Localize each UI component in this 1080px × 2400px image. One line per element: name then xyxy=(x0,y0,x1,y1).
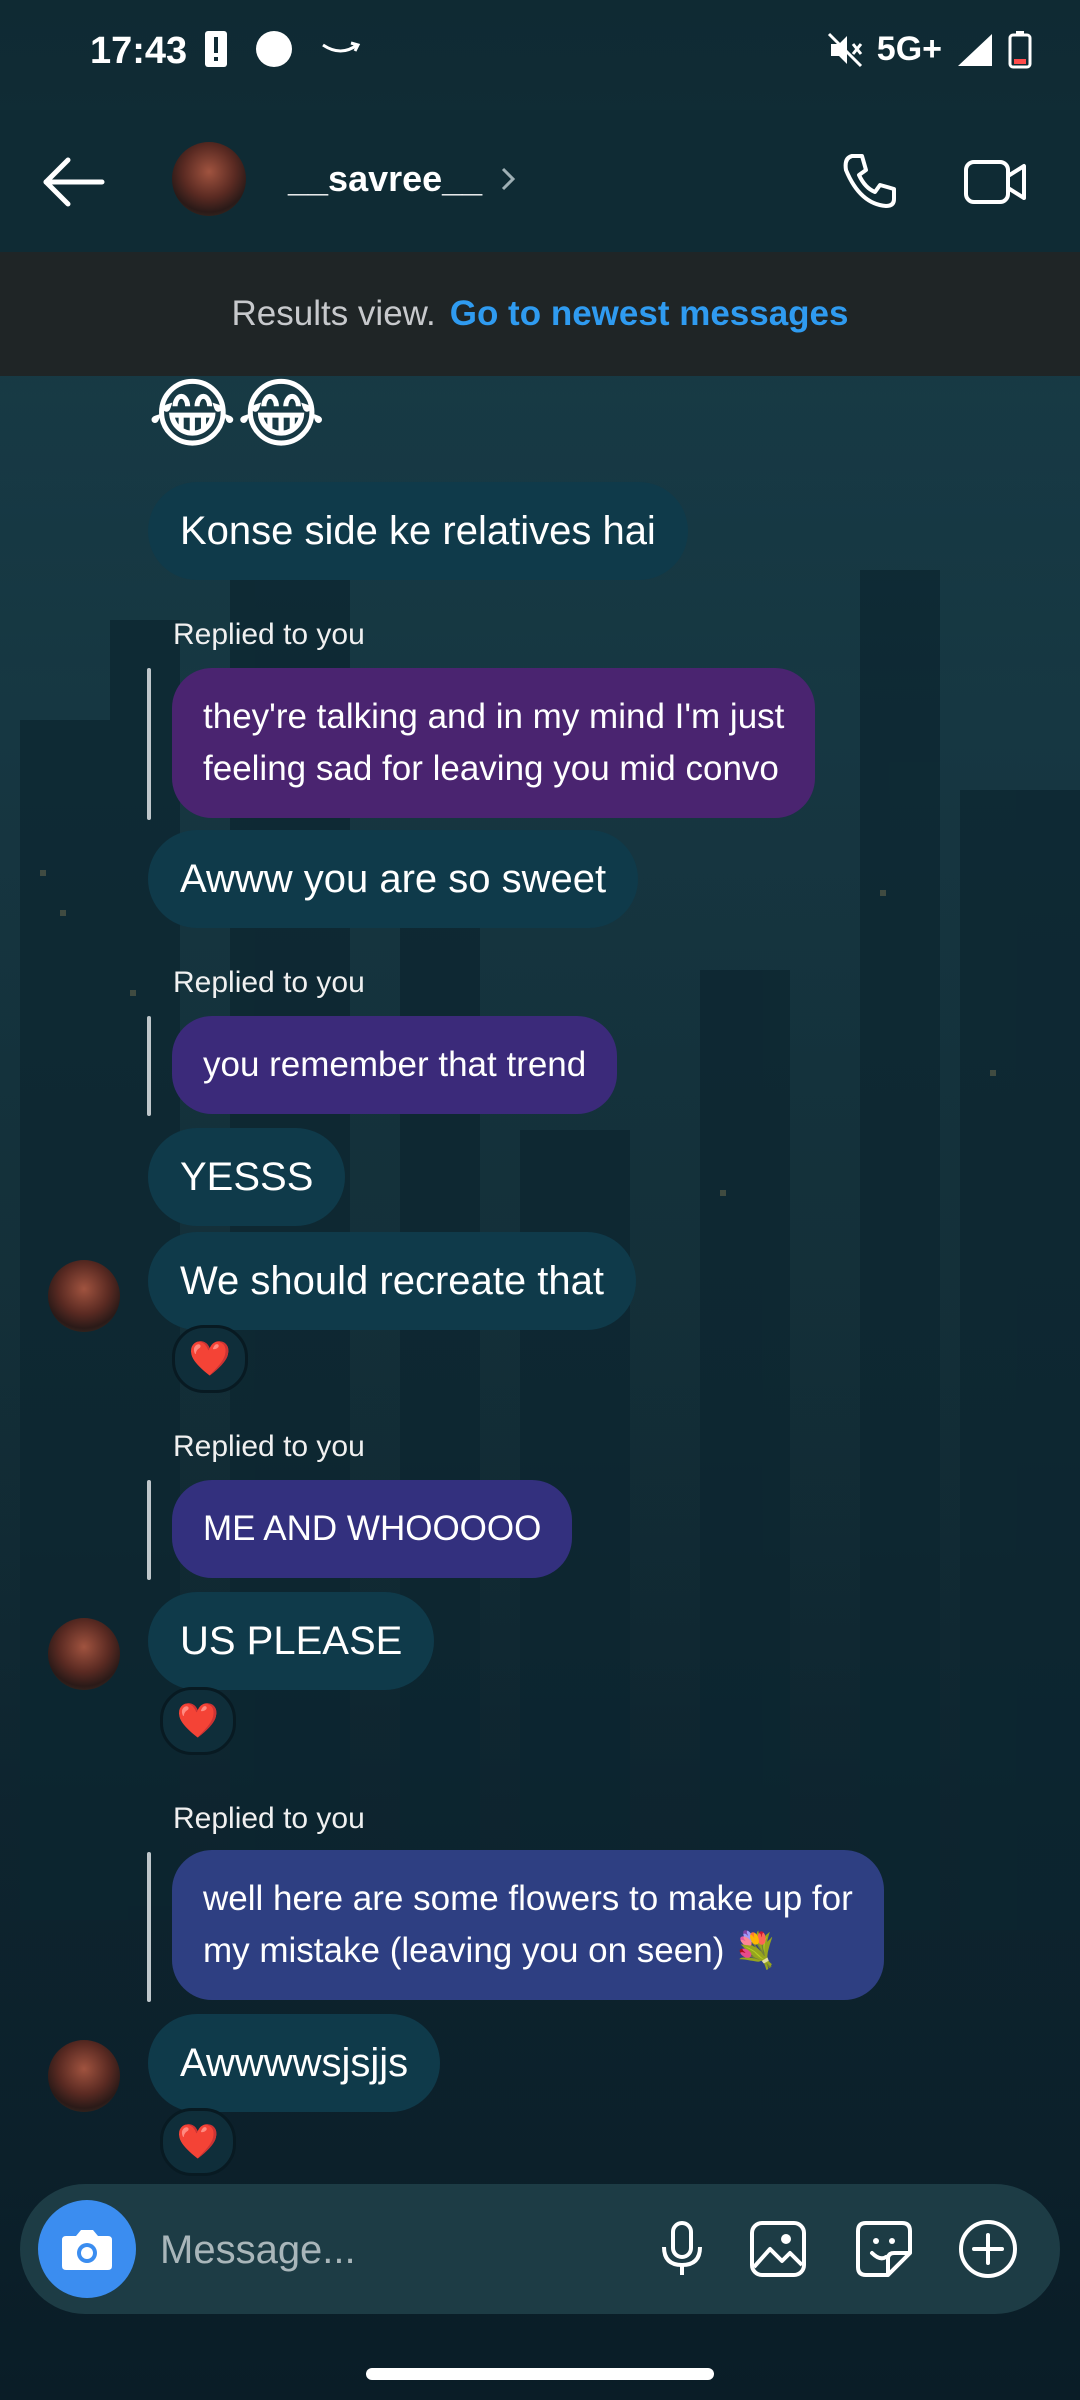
reply-indicator-line xyxy=(147,668,151,820)
status-notification-icons xyxy=(205,30,361,68)
message-bubble[interactable]: Awww you are so sweet xyxy=(148,830,639,928)
results-view-banner: Results view. Go to newest messages xyxy=(0,252,1080,376)
message-bubble[interactable]: YESSS xyxy=(148,1128,346,1226)
camera-button[interactable] xyxy=(38,2200,136,2298)
network-label: 5G+ xyxy=(876,30,942,68)
contact-profile-link[interactable]: __savree__ xyxy=(288,158,516,200)
quoted-line: my mistake (leaving you on seen) 💐 xyxy=(203,1931,778,1970)
heart-reaction[interactable]: ❤️ xyxy=(160,2108,236,2176)
camera-icon xyxy=(62,2230,112,2270)
phone-call-icon[interactable] xyxy=(838,150,900,212)
circle-icon xyxy=(256,31,292,67)
quoted-line: feeling sad for leaving you mid convo xyxy=(203,749,779,788)
reply-label: Replied to you xyxy=(173,1802,365,1835)
reply-label: Replied to you xyxy=(173,618,365,651)
chevron-right-icon xyxy=(502,167,516,191)
contact-username: __savree__ xyxy=(288,158,483,199)
results-view-label: Results view. xyxy=(231,294,436,333)
alert-icon xyxy=(205,31,227,67)
message-bubble[interactable]: We should recreate that xyxy=(148,1232,636,1330)
contact-avatar[interactable] xyxy=(172,142,246,216)
reply-indicator-line xyxy=(147,1852,151,2002)
reply-label: Replied to you xyxy=(173,966,365,999)
heart-reaction[interactable]: ❤️ xyxy=(172,1325,248,1393)
home-indicator[interactable] xyxy=(366,2368,714,2380)
reply-label: Replied to you xyxy=(173,1430,365,1463)
quoted-message[interactable]: well here are some flowers to make up fo… xyxy=(172,1850,884,2000)
reply-indicator-line xyxy=(147,1016,151,1116)
reply-indicator-line xyxy=(147,1480,151,1580)
quoted-line: they're talking and in my mind I'm just xyxy=(203,697,785,736)
battery-icon xyxy=(1008,30,1032,68)
message-bubble[interactable]: US PLEASE xyxy=(148,1592,435,1690)
microphone-icon[interactable] xyxy=(650,2217,714,2281)
amazon-icon xyxy=(322,41,361,53)
sender-avatar[interactable] xyxy=(48,1260,120,1332)
sticker-icon[interactable] xyxy=(852,2217,916,2281)
sender-avatar[interactable] xyxy=(48,1618,120,1690)
video-call-icon[interactable] xyxy=(962,150,1030,212)
status-time: 17:43 xyxy=(90,30,188,72)
message-bubble[interactable]: Konse side ke relatives hai xyxy=(148,482,688,580)
mute-icon xyxy=(827,32,862,67)
add-icon[interactable] xyxy=(956,2217,1020,2281)
gallery-icon[interactable] xyxy=(746,2217,810,2281)
emoji-message[interactable]: 😂😂 xyxy=(148,370,326,460)
go-to-newest-link[interactable]: Go to newest messages xyxy=(450,294,849,334)
message-bubble[interactable]: Awwwwsjsjjs xyxy=(148,2014,441,2112)
back-arrow-icon[interactable] xyxy=(38,152,108,212)
sender-avatar[interactable] xyxy=(48,2040,120,2112)
chat-header: __savree__ xyxy=(0,110,1080,252)
quoted-line: well here are some flowers to make up fo… xyxy=(203,1879,853,1918)
message-composer xyxy=(20,2184,1060,2314)
status-system-icons: 5G+ xyxy=(827,30,1032,69)
message-input[interactable] xyxy=(158,2219,622,2281)
status-bar: 17:43 5G+ xyxy=(0,0,1080,110)
signal-icon xyxy=(958,33,992,66)
quoted-message[interactable]: you remember that trend xyxy=(172,1016,618,1114)
heart-reaction[interactable]: ❤️ xyxy=(160,1687,236,1755)
quoted-message[interactable]: ME AND WHOOOOO xyxy=(172,1480,573,1578)
quoted-message[interactable]: they're talking and in my mind I'm just … xyxy=(172,668,816,818)
